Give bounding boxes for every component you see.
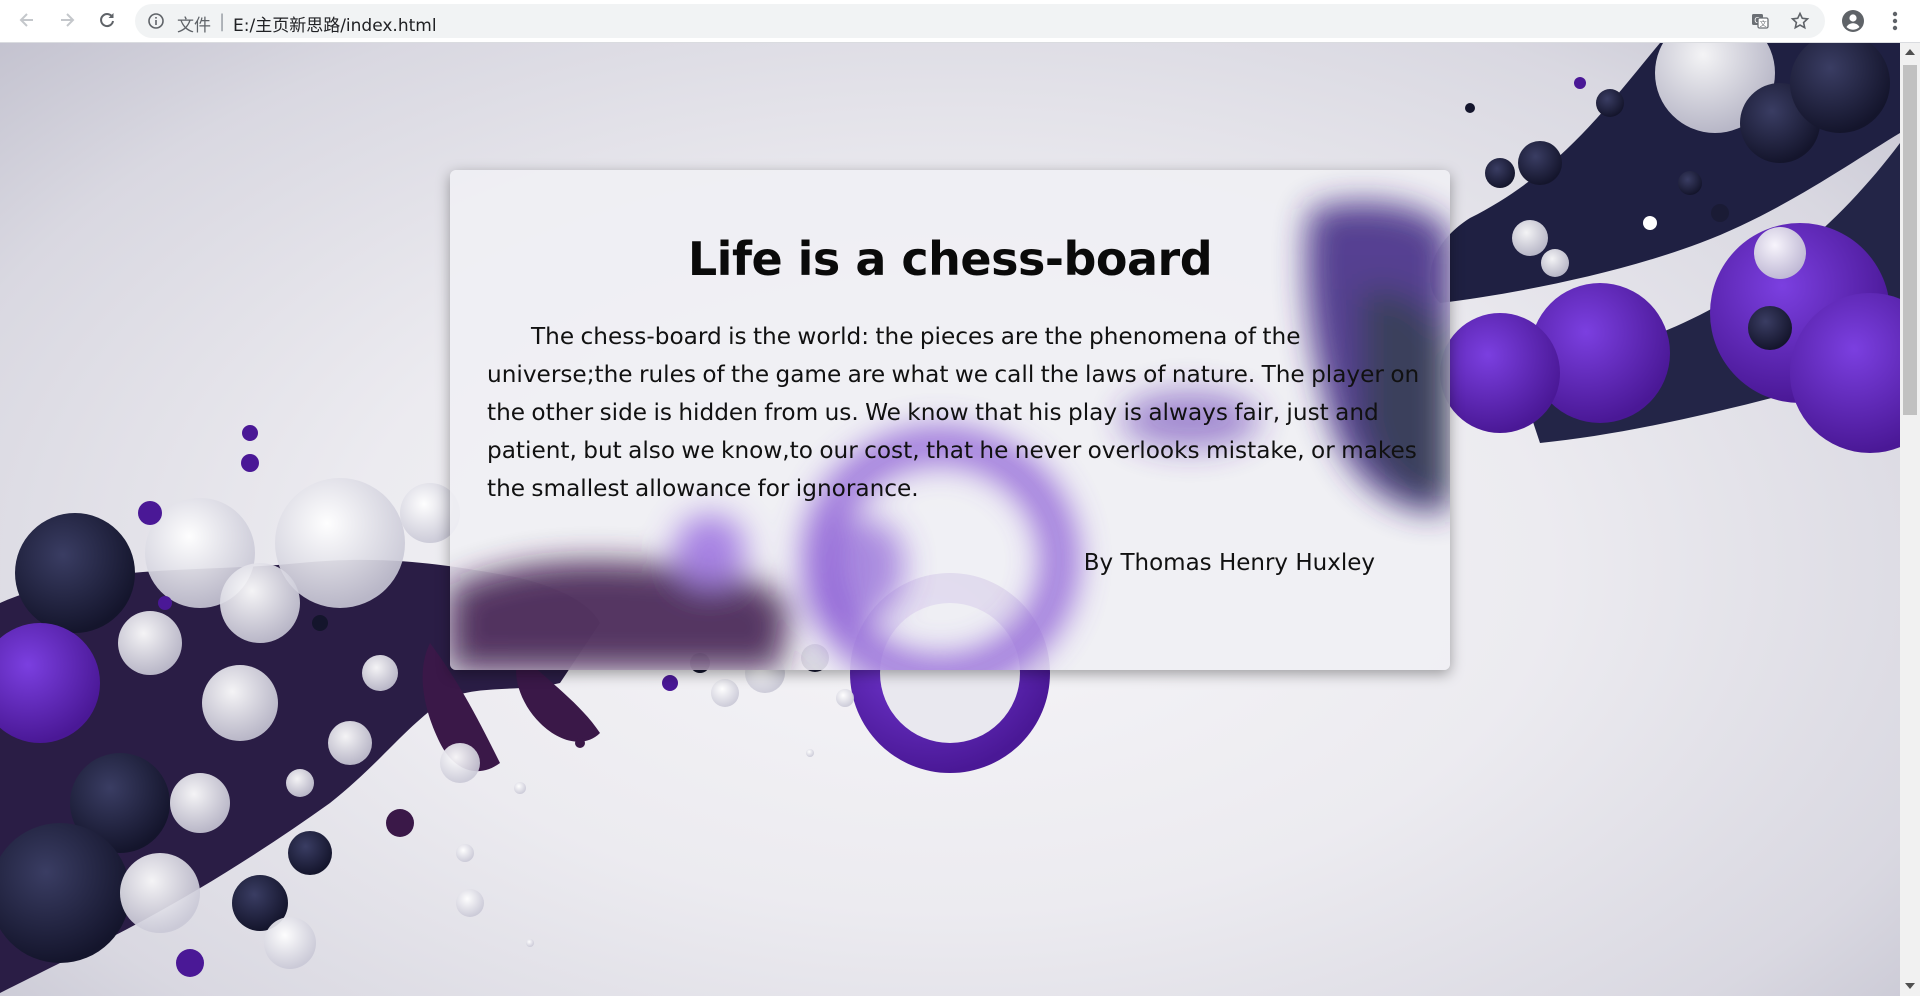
scheme-separator: | [219, 11, 226, 32]
info-icon[interactable] [147, 12, 165, 30]
quote-author: By Thomas Henry Huxley [1083, 550, 1375, 576]
browser-toolbar: 文件 | E:/主页新思路/index.html G 文 [0, 0, 1920, 43]
scroll-up-arrow-icon[interactable] [1905, 49, 1915, 55]
card-content: Life is a chess-board The chess-board is… [450, 170, 1450, 670]
address-bar[interactable]: 文件 | E:/主页新思路/index.html G 文 [135, 4, 1825, 38]
reload-button[interactable] [92, 5, 122, 35]
quote-card: Life is a chess-board The chess-board is… [450, 170, 1450, 670]
forward-arrow-icon [61, 13, 75, 27]
kebab-menu-icon[interactable] [1882, 8, 1908, 34]
page-scrollbar[interactable] [1900, 43, 1920, 996]
page-title: Life is a chess-board [687, 232, 1213, 286]
quote-body: The chess-board is the world: the pieces… [487, 323, 1420, 502]
svg-text:文: 文 [1760, 19, 1767, 28]
star-icon[interactable] [1790, 11, 1810, 31]
url-text[interactable]: E:/主页新思路/index.html [233, 11, 437, 36]
back-arrow-icon [19, 13, 33, 27]
account-icon[interactable] [1840, 8, 1866, 34]
forward-button[interactable] [52, 5, 82, 35]
scroll-down-arrow-icon[interactable] [1905, 983, 1915, 989]
reload-icon [100, 13, 114, 28]
back-button[interactable] [12, 5, 42, 35]
scroll-thumb[interactable] [1903, 65, 1917, 415]
scheme-label: 文件 [177, 16, 211, 36]
page-viewport: Life is a chess-board The chess-board is… [0, 43, 1900, 996]
translate-icon[interactable]: G 文 [1750, 11, 1770, 31]
